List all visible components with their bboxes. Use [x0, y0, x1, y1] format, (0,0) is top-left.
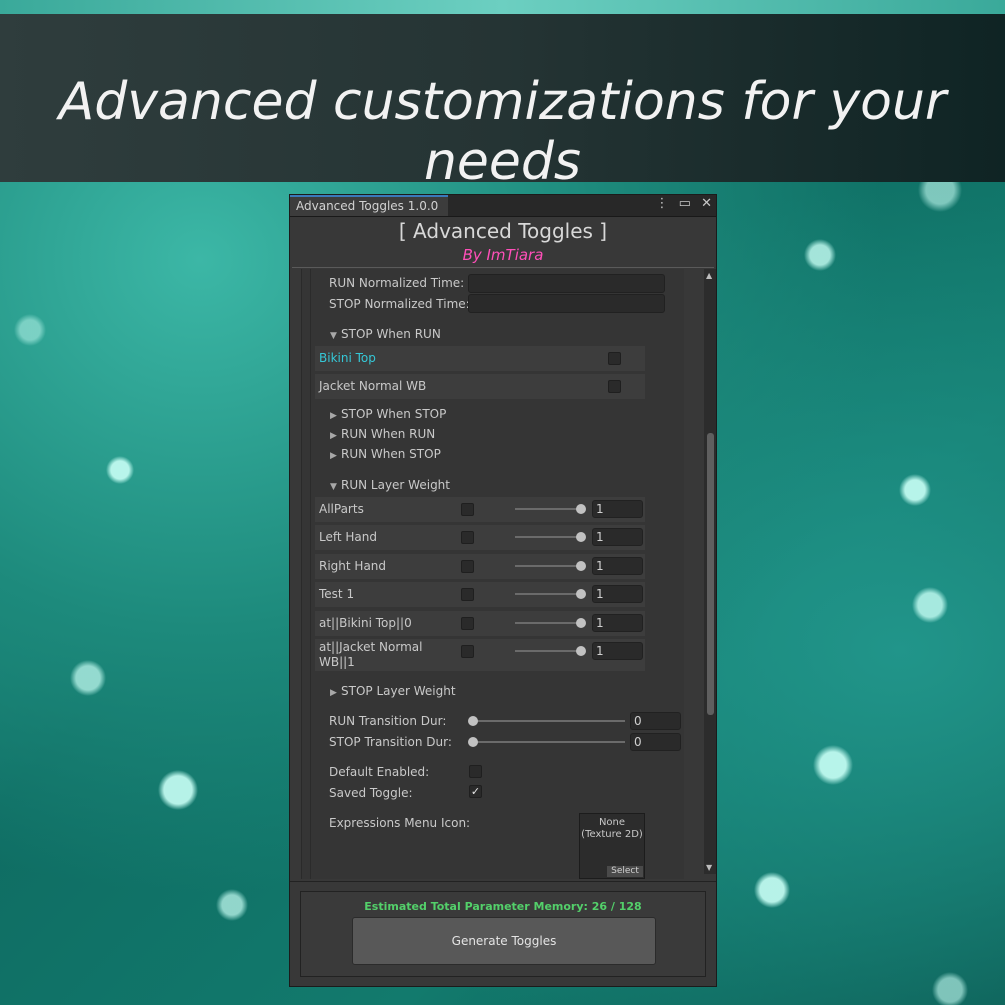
saved-toggle-checkbox[interactable]: ✓ [469, 785, 482, 798]
texture-select-button[interactable]: Select [607, 866, 643, 877]
layer-checkbox[interactable] [461, 531, 474, 544]
layer-label: at||Jacket Normal WB||1 [319, 640, 423, 669]
layer-checkbox[interactable] [461, 617, 474, 630]
header-author: By ImTiara [462, 246, 544, 264]
foldout-run-layer-weight[interactable]: ▼ RUN Layer Weight [330, 478, 450, 492]
footer-panel: Estimated Total Parameter Memory: 26 / 1… [300, 891, 706, 977]
weight-value-field[interactable]: 1 [592, 642, 643, 660]
weight-slider-knob[interactable] [576, 504, 586, 514]
scroll-down-icon[interactable]: ▼ [706, 863, 712, 872]
run-normalized-time-field[interactable] [468, 274, 665, 293]
layer-weight-row: Right Hand 1 [315, 554, 645, 579]
stop-normalized-time-field[interactable] [468, 294, 665, 313]
item-label: Bikini Top [319, 351, 376, 365]
foldout-collapsed-icon: ▶ [330, 411, 337, 421]
run-transition-slider[interactable] [473, 720, 625, 722]
banner-text: Advanced customizations for your needs [58, 72, 947, 192]
default-enabled-label: Default Enabled: [329, 765, 430, 779]
parameter-memory-text: Estimated Total Parameter Memory: 26 / 1… [364, 900, 642, 913]
foldout-expanded-icon: ▼ [330, 331, 337, 341]
texture-type-text: (Texture 2D) [581, 829, 643, 840]
weight-value-field[interactable]: 1 [592, 585, 643, 603]
weight-slider[interactable] [515, 593, 585, 595]
run-normalized-time-label: RUN Normalized Time: [329, 276, 465, 290]
weight-slider[interactable] [515, 565, 585, 567]
stop-transition-field[interactable]: 0 [630, 733, 681, 751]
weight-value-field[interactable]: 1 [592, 528, 643, 546]
list-item: Bikini Top [315, 346, 645, 371]
run-transition-field[interactable]: 0 [630, 712, 681, 730]
editor-window: Advanced Toggles 1.0.0 ⋮ ▭ ✕ [ Advanced … [289, 194, 717, 987]
foldout-expanded-icon: ▼ [330, 482, 337, 492]
foldout-collapsed-icon: ▶ [330, 451, 337, 461]
weight-slider[interactable] [515, 622, 585, 624]
layer-checkbox[interactable] [461, 645, 474, 658]
item-checkbox[interactable] [608, 352, 621, 365]
maximize-icon[interactable]: ▭ [679, 196, 691, 211]
close-icon[interactable]: ✕ [701, 196, 712, 211]
window-tab[interactable]: Advanced Toggles 1.0.0 [290, 195, 448, 216]
layer-label: Left Hand [319, 530, 377, 544]
layer-weight-row: at||Bikini Top||0 1 [315, 611, 645, 636]
foldout-collapsed-icon: ▶ [330, 431, 337, 441]
run-transition-knob[interactable] [468, 716, 478, 726]
weight-slider[interactable] [515, 536, 585, 538]
layer-checkbox[interactable] [461, 503, 474, 516]
layer-weight-row: Left Hand 1 [315, 525, 645, 550]
banner: Advanced customizations for your needs [0, 14, 1005, 192]
layer-label: Right Hand [319, 559, 387, 573]
checkmark-icon: ✓ [470, 785, 481, 798]
generate-toggles-button[interactable]: Generate Toggles [352, 917, 656, 965]
saved-toggle-label: Saved Toggle: [329, 786, 413, 800]
stop-transition-knob[interactable] [468, 737, 478, 747]
weight-slider-knob[interactable] [576, 618, 586, 628]
kebab-menu-icon[interactable]: ⋮ [656, 196, 669, 211]
item-checkbox[interactable] [608, 380, 621, 393]
layer-label: AllParts [319, 502, 364, 516]
weight-slider-knob[interactable] [576, 561, 586, 571]
scrollbar-thumb[interactable] [707, 433, 714, 715]
weight-value-field[interactable]: 1 [592, 614, 643, 632]
foldout-stop-when-stop[interactable]: ▶ STOP When STOP [330, 407, 446, 421]
layer-label: Test 1 [319, 587, 355, 601]
divider [290, 881, 716, 882]
weight-slider-knob[interactable] [576, 589, 586, 599]
menu-icon-label: Expressions Menu Icon: [329, 816, 471, 830]
vertical-scrollbar[interactable]: ▲ ▼ [704, 269, 716, 874]
foldout-stop-layer-weight[interactable]: ▶ STOP Layer Weight [330, 684, 456, 698]
layer-checkbox[interactable] [461, 588, 474, 601]
background-top-strip [0, 0, 1005, 14]
foldout-stop-when-run[interactable]: ▼ STOP When RUN [330, 327, 441, 341]
weight-slider[interactable] [515, 508, 585, 510]
layer-weight-row: Test 1 1 [315, 582, 645, 607]
indent-guide [310, 269, 311, 879]
weight-slider[interactable] [515, 650, 585, 652]
scroll-view[interactable]: RUN Normalized Time: STOP Normalized Tim… [290, 269, 716, 879]
item-label: Jacket Normal WB [319, 379, 427, 393]
weight-value-field[interactable]: 1 [592, 500, 643, 518]
layer-weight-row: at||Jacket Normal WB||1 1 [315, 639, 645, 671]
scroll-up-icon[interactable]: ▲ [706, 271, 712, 280]
foldout-run-when-stop[interactable]: ▶ RUN When STOP [330, 447, 441, 461]
window-titlebar: Advanced Toggles 1.0.0 ⋮ ▭ ✕ [290, 195, 716, 217]
stop-transition-slider[interactable] [473, 741, 625, 743]
default-enabled-checkbox[interactable] [469, 765, 482, 778]
weight-slider-knob[interactable] [576, 646, 586, 656]
divider [292, 267, 714, 268]
layer-weight-row: AllParts 1 [315, 497, 645, 522]
foldout-run-when-run[interactable]: ▶ RUN When RUN [330, 427, 435, 441]
weight-slider-knob[interactable] [576, 532, 586, 542]
stop-normalized-time-label: STOP Normalized Time: [329, 297, 470, 311]
layer-checkbox[interactable] [461, 560, 474, 573]
texture-field[interactable]: None (Texture 2D) Select [579, 813, 645, 879]
header-title: [ Advanced Toggles ] [398, 219, 608, 243]
foldout-collapsed-icon: ▶ [330, 688, 337, 698]
stop-transition-label: STOP Transition Dur: [329, 735, 452, 749]
texture-none-text: None [598, 817, 626, 828]
run-transition-label: RUN Transition Dur: [329, 714, 447, 728]
list-item: Jacket Normal WB [315, 374, 645, 399]
weight-value-field[interactable]: 1 [592, 557, 643, 575]
layer-label: at||Bikini Top||0 [319, 616, 412, 630]
